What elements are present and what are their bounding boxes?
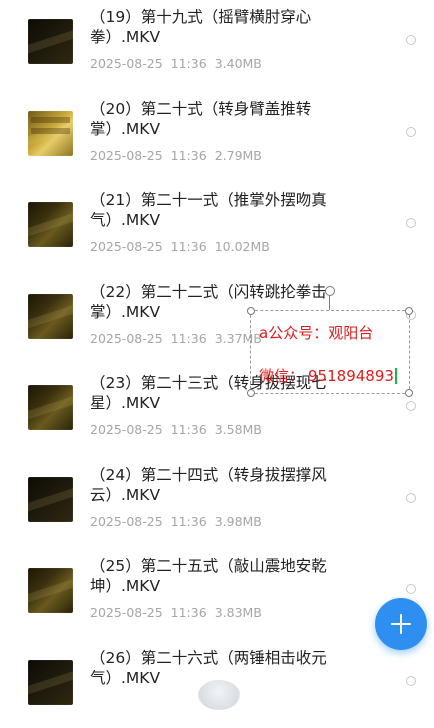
video-thumbnail	[28, 660, 73, 705]
file-date: 2025-08-25	[90, 239, 163, 254]
video-thumbnail	[28, 568, 73, 613]
wechat-label: 微信：	[259, 367, 305, 385]
video-thumbnail	[28, 385, 73, 430]
file-row[interactable]: （20）第二十式（转身臂盖推转掌）.MKV 2025-08-25 11:36 2.79…	[0, 87, 434, 179]
file-meta: 2025-08-25 11:36 10.02MB	[90, 239, 270, 254]
select-radio[interactable]	[406, 401, 416, 411]
file-meta: 2025-08-25 11:36 2.79MB	[90, 148, 262, 163]
select-radio[interactable]	[406, 218, 416, 228]
file-row[interactable]: （24）第二十四式（转身拔摆撑风云）.MKV 2025-08-25 11:36 3.9…	[0, 453, 434, 545]
file-row[interactable]: （25）第二十五式（敲山震地安乾坤）.MKV 2025-08-25 11:36 3.8…	[0, 544, 434, 636]
rotate-handle[interactable]	[325, 286, 335, 296]
rotate-handle-stem	[329, 296, 330, 310]
file-time: 11:36	[170, 148, 207, 163]
file-meta: 2025-08-25 11:36 3.98MB	[90, 514, 262, 529]
watermark-text-box[interactable]: a公众号：观阳台 微信： 951894893	[247, 307, 413, 397]
file-date: 2025-08-25	[90, 422, 163, 437]
file-time: 11:36	[170, 605, 207, 620]
file-time: 11:36	[170, 239, 207, 254]
floating-ball[interactable]	[198, 680, 240, 710]
video-thumbnail	[28, 202, 73, 247]
file-date: 2025-08-25	[90, 56, 163, 71]
file-name: （25）第二十五式（敲山震地安乾坤）.MKV	[90, 557, 327, 595]
resize-handle-bottom-left[interactable]	[247, 389, 255, 397]
file-date: 2025-08-25	[90, 605, 163, 620]
text-caret	[394, 368, 397, 384]
video-thumbnail	[28, 19, 73, 64]
select-radio[interactable]	[406, 584, 416, 594]
file-date: 2025-08-25	[90, 514, 163, 529]
file-meta: 2025-08-25 11:36 3.83MB	[90, 605, 262, 620]
file-size: 3.98MB	[214, 514, 262, 529]
file-row[interactable]: （21）第二十一式（推掌外摆吻真气）.MKV 2025-08-25 11:36 10.…	[0, 178, 434, 270]
file-time: 11:36	[170, 514, 207, 529]
file-size: 3.83MB	[214, 605, 262, 620]
select-radio[interactable]	[406, 127, 416, 137]
file-size: 3.58MB	[214, 422, 262, 437]
file-name: （19）第十九式（摇臂横肘穿心拳）.MKV	[90, 8, 312, 46]
file-row[interactable]: （19）第十九式（摇臂横肘穿心拳）.MKV 2025-08-25 11:36 3.40…	[0, 0, 434, 87]
file-meta: 2025-08-25 11:36 3.37MB	[90, 331, 262, 346]
file-time: 11:36	[170, 56, 207, 71]
file-name: （20）第二十式（转身臂盖推转掌）.MKV	[90, 100, 312, 138]
file-name: （24）第二十四式（转身拔摆撑风云）.MKV	[90, 466, 327, 504]
watermark-line-wechat: 微信： 951894893	[259, 365, 397, 386]
resize-handle-bottom-right[interactable]	[405, 389, 413, 397]
video-thumbnail	[28, 477, 73, 522]
video-thumbnail	[28, 111, 73, 156]
file-meta: 2025-08-25 11:36 3.40MB	[90, 56, 262, 71]
resize-handle-top-left[interactable]	[247, 307, 255, 315]
select-radio[interactable]	[406, 35, 416, 45]
wechat-id: 951894893	[308, 367, 394, 385]
select-radio[interactable]	[406, 493, 416, 503]
watermark-line-account: a公众号：观阳台	[259, 324, 374, 342]
file-meta: 2025-08-25 11:36 3.58MB	[90, 422, 262, 437]
file-size: 2.79MB	[214, 148, 262, 163]
file-size: 10.02MB	[214, 239, 270, 254]
resize-handle-top-right[interactable]	[405, 307, 413, 315]
select-radio[interactable]	[406, 676, 416, 686]
file-time: 11:36	[170, 422, 207, 437]
file-time: 11:36	[170, 331, 207, 346]
video-thumbnail	[28, 294, 73, 339]
file-size: 3.40MB	[214, 56, 262, 71]
file-date: 2025-08-25	[90, 148, 163, 163]
file-name: （21）第二十一式（推掌外摆吻真气）.MKV	[90, 191, 327, 229]
file-date: 2025-08-25	[90, 331, 163, 346]
add-button[interactable]	[375, 598, 427, 650]
